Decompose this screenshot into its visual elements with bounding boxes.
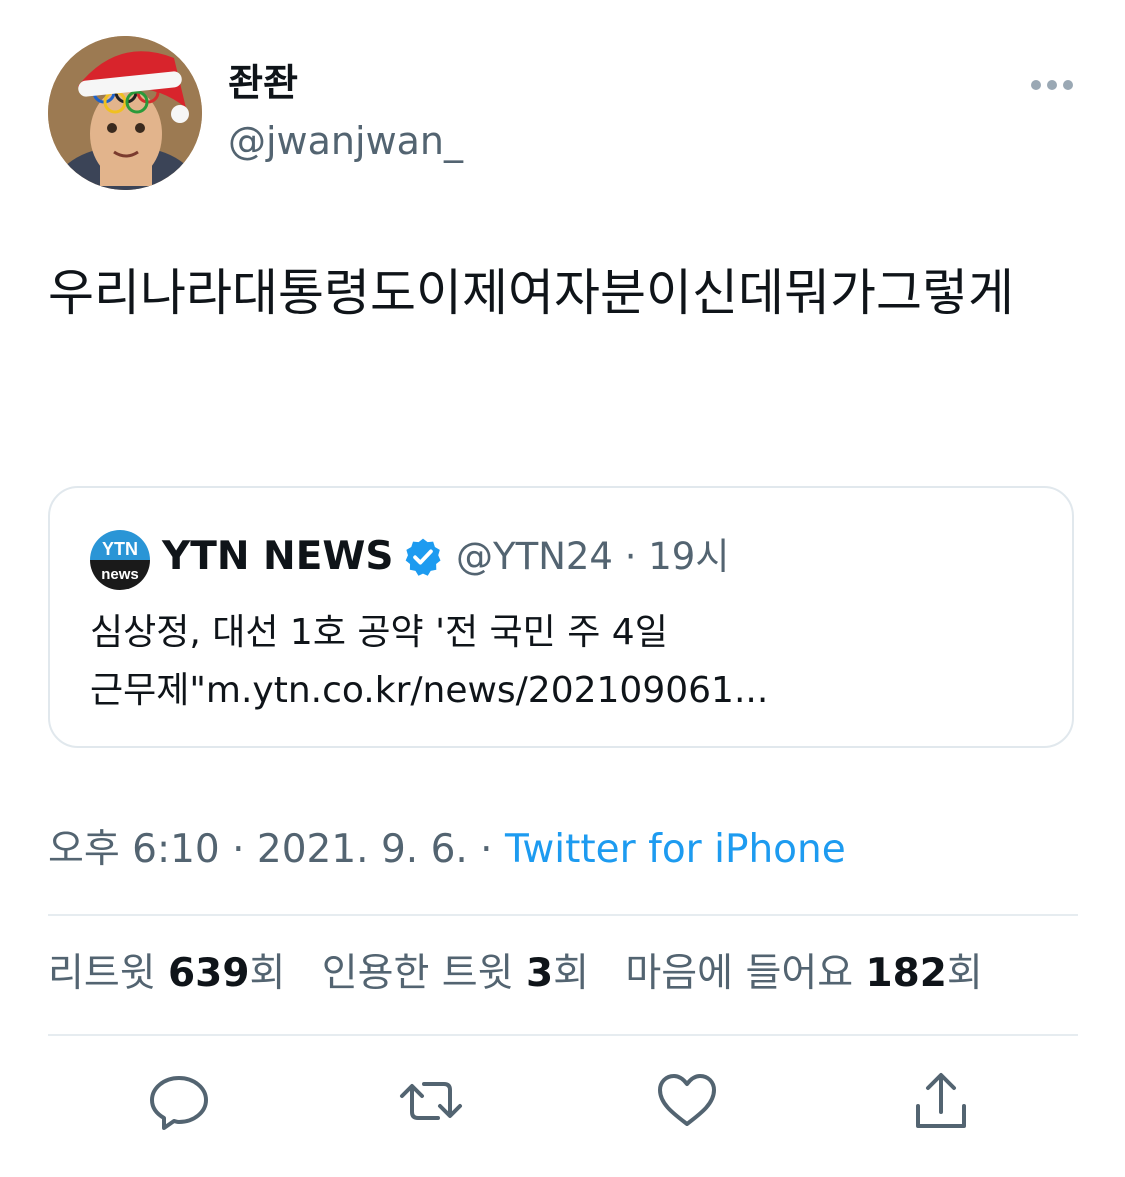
share-icon[interactable] [908,1068,974,1134]
more-horizontal-icon[interactable] [1030,78,1074,92]
quoted-tweet-card[interactable]: YTN news YTN NEWS @YTN24 · 19시 심상정, 대선 1… [48,486,1074,748]
like-count-stat[interactable]: 마음에 들어요 182회 [625,951,982,996]
tweet-timestamp: 오후 6:10 · 2021. 9. 6. · [48,827,505,872]
divider [48,914,1078,916]
tweet-meta: 오후 6:10 · 2021. 9. 6. · Twitter for iPho… [48,826,846,874]
svg-text:news: news [101,566,139,583]
quote-author-handle-time: @YTN24 · 19시 [456,535,730,578]
quote-text: 심상정, 대선 1호 공약 '전 국민 주 4일 근무제"m.ytn.co.kr… [90,612,769,711]
quote-author-name: YTN NEWS [162,534,394,579]
retweet-count-stat[interactable]: 리트윗 639회 [48,951,285,996]
reply-icon[interactable] [146,1068,212,1134]
like-icon[interactable] [654,1068,720,1134]
author-handle[interactable]: @jwanjwan_ [228,118,463,164]
author-display-name[interactable]: 좐좐 [228,60,298,106]
avatar-photo [48,36,202,190]
divider [48,1034,1078,1036]
retweet-icon[interactable] [398,1068,464,1134]
quote-count-stat[interactable]: 인용한 트윗 3회 [322,951,589,996]
tweet-source-link[interactable]: Twitter for iPhone [505,827,846,872]
tweet-stats: 리트윗 639회 인용한 트윗 3회 마음에 들어요 182회 [48,948,1007,1000]
tweet-text: 우리나라대통령도이제여자분이신데뭐가그렇게 [48,264,1014,322]
svg-text:YTN: YTN [102,539,138,559]
author-avatar[interactable] [48,36,202,190]
ytn-logo-icon: YTN news [90,530,150,590]
verified-badge-icon [402,536,444,578]
